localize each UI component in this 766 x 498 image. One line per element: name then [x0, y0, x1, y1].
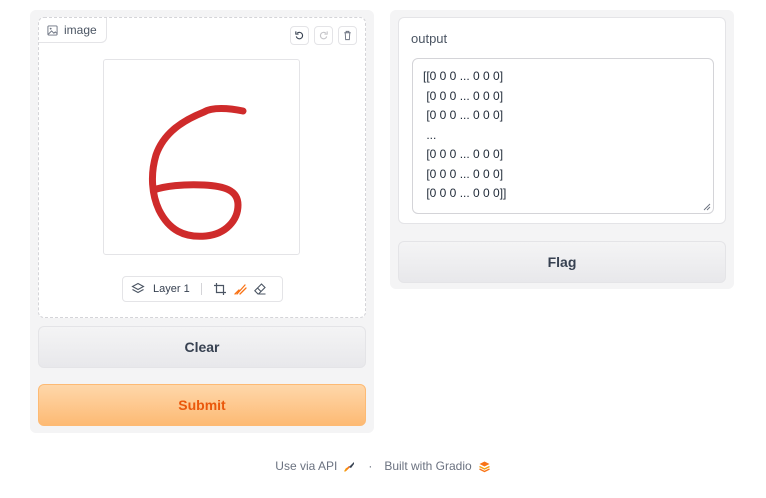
- output-line: [0 0 0 ... 0 0 0]: [423, 108, 504, 122]
- output-label: output: [411, 31, 448, 46]
- output-line: ...: [423, 127, 437, 142]
- crop-icon[interactable]: [213, 282, 227, 296]
- digit-drawing: [148, 105, 247, 240]
- toolbar-divider: [200, 283, 202, 295]
- delete-button[interactable]: [338, 26, 357, 45]
- image-block-label: image: [39, 18, 107, 43]
- undo-button[interactable]: [290, 26, 309, 45]
- output-line: [0 0 0 ... 0 0 0]: [423, 166, 504, 181]
- redo-button[interactable]: [314, 26, 333, 45]
- gradio-logo-icon: [478, 461, 490, 472]
- submit-button[interactable]: Submit: [38, 384, 366, 426]
- image-editor: image Layer 1: [38, 17, 366, 318]
- undo-icon: [295, 31, 304, 40]
- layer-label[interactable]: Layer 1: [153, 283, 190, 295]
- clear-button[interactable]: Clear: [38, 326, 366, 368]
- flag-button[interactable]: Flag: [398, 241, 726, 283]
- layers-icon[interactable]: [131, 282, 145, 296]
- footer-separator: ·: [368, 459, 373, 473]
- output-textbox[interactable]: [[0 0 0 ... 0 0 0] [0 0 0 ... 0 0 0] [0 …: [412, 58, 714, 214]
- history-tools: [290, 26, 357, 45]
- output-line: [0 0 0 ... 0 0 0]]: [423, 186, 507, 200]
- image-icon: [47, 24, 58, 36]
- eraser-icon[interactable]: [253, 282, 267, 296]
- output-line: [[0 0 0 ... 0 0 0]: [423, 69, 504, 83]
- rocket-icon: [344, 461, 355, 472]
- output-line: [0 0 0 ... 0 0 0]: [423, 147, 504, 161]
- output-panel: output [[0 0 0 ... 0 0 0] [0 0 0 ... 0 0…: [390, 10, 734, 289]
- footer: Use via API · Built with Gradio: [0, 457, 766, 475]
- output-block: output [[0 0 0 ... 0 0 0] [0 0 0 ... 0 0…: [398, 17, 726, 224]
- drawing-canvas[interactable]: [103, 59, 300, 255]
- redo-icon: [319, 31, 328, 40]
- brush-icon[interactable]: [233, 282, 247, 296]
- resize-handle[interactable]: [703, 203, 711, 211]
- trash-icon: [344, 30, 351, 41]
- input-panel: image Layer 1 Clear Submit: [30, 10, 374, 433]
- output-line: [0 0 0 ... 0 0 0]: [423, 88, 504, 103]
- layer-toolbar: Layer 1: [122, 276, 283, 302]
- built-with-gradio-link[interactable]: Built with Gradio: [384, 459, 471, 473]
- image-label-text: image: [64, 23, 97, 37]
- use-via-api-link[interactable]: Use via API: [275, 459, 337, 473]
